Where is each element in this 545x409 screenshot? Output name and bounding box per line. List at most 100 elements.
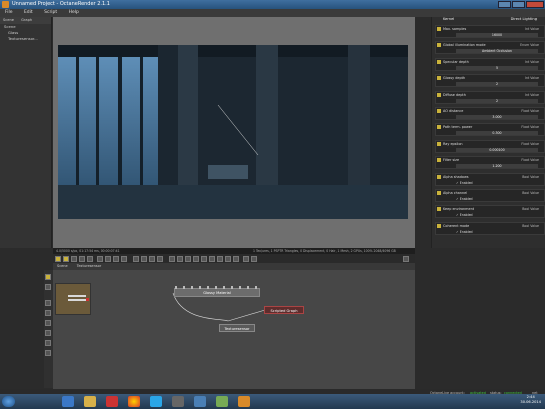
toolbar-icon-10[interactable] bbox=[141, 256, 147, 262]
pause-icon[interactable] bbox=[113, 256, 119, 262]
chrome-icon[interactable] bbox=[128, 396, 140, 407]
param-type-dropdown[interactable]: Enum Value bbox=[520, 43, 539, 47]
kernel-param-row[interactable]: Global illumination mode Enum Value Ambien… bbox=[435, 41, 545, 55]
kernel-param-row[interactable]: Ray epsilon Float Value 0.000100 bbox=[435, 139, 545, 153]
param-value-slider[interactable]: 0.000100 bbox=[456, 147, 538, 152]
menu-edit[interactable]: Edit bbox=[19, 9, 38, 17]
kernel-param-row[interactable]: Coherent mode Bool Value ✓ Enabled bbox=[435, 221, 545, 235]
toolbar-icon-18[interactable] bbox=[209, 256, 215, 262]
tab-node-texturesensor[interactable]: Texturesensor bbox=[73, 264, 105, 268]
menu-help[interactable]: Help bbox=[64, 9, 84, 17]
param-type-dropdown[interactable]: Bool Value bbox=[522, 175, 539, 179]
close-button[interactable] bbox=[526, 1, 544, 8]
param-value-slider[interactable]: 16000 bbox=[456, 33, 538, 37]
param-value-slider[interactable]: 0.300 bbox=[456, 131, 538, 136]
pin-icon[interactable] bbox=[437, 207, 441, 212]
pin-icon[interactable] bbox=[437, 59, 441, 64]
param-type-dropdown[interactable]: Int Value bbox=[525, 27, 539, 31]
pin-icon[interactable] bbox=[403, 256, 409, 262]
tab-graph[interactable]: Graph bbox=[18, 18, 35, 22]
toolbar-icon-20[interactable] bbox=[225, 256, 231, 262]
param-type-dropdown[interactable]: Float Value bbox=[521, 125, 539, 129]
tool-icon-3[interactable] bbox=[45, 300, 51, 306]
maximize-button[interactable] bbox=[512, 1, 525, 8]
param-checkbox[interactable]: ✓ Enabled bbox=[456, 230, 473, 234]
param-checkbox[interactable]: ✓ Enabled bbox=[456, 197, 473, 201]
param-value-slider[interactable]: 2 bbox=[456, 98, 538, 103]
toolbar-icon-17[interactable] bbox=[201, 256, 207, 262]
tool-icon-8[interactable] bbox=[45, 350, 51, 356]
toolbar-icon-1[interactable] bbox=[55, 256, 61, 262]
menu-file[interactable]: File bbox=[0, 9, 18, 17]
kernel-param-row[interactable]: Max. samples Int Value 16000 bbox=[435, 25, 545, 38]
pin-icon[interactable] bbox=[437, 43, 441, 48]
ie-icon[interactable] bbox=[62, 396, 74, 407]
octane-taskbar-icon[interactable] bbox=[238, 396, 250, 407]
toolbar-icon-5[interactable] bbox=[87, 256, 93, 262]
pin-icon[interactable] bbox=[437, 174, 441, 179]
toolbar-icon-4[interactable] bbox=[79, 256, 85, 262]
param-type-dropdown[interactable]: Bool Value bbox=[522, 191, 539, 195]
start-button-icon[interactable] bbox=[2, 396, 15, 407]
toolbar-icon-12[interactable] bbox=[157, 256, 163, 262]
toolbar-icon-19[interactable] bbox=[217, 256, 223, 262]
skype-icon[interactable] bbox=[150, 396, 162, 407]
toolbar-icon-11[interactable] bbox=[149, 256, 155, 262]
param-type-dropdown[interactable]: Bool Value bbox=[522, 207, 539, 211]
kernel-param-row[interactable]: Specular depth Int Value 5 bbox=[435, 57, 545, 71]
pin-icon[interactable] bbox=[437, 141, 441, 146]
tab-node-scene[interactable]: Scene bbox=[53, 264, 72, 268]
tool-icon-5[interactable] bbox=[45, 320, 51, 326]
material-preview-thumbnail[interactable] bbox=[55, 283, 91, 315]
kernel-param-row[interactable]: Path term. power Float Value 0.300 bbox=[435, 123, 545, 137]
pin-icon[interactable] bbox=[437, 76, 441, 81]
glossy-material-node[interactable]: Glossy Material bbox=[174, 286, 261, 297]
pin-icon[interactable] bbox=[437, 158, 441, 163]
toolbar-icon-23[interactable] bbox=[251, 256, 257, 262]
param-value-slider[interactable]: Ambient Occlusion bbox=[456, 49, 538, 54]
explorer-icon[interactable] bbox=[84, 396, 96, 407]
minimize-button[interactable] bbox=[498, 1, 511, 8]
param-checkbox[interactable]: ✓ Enabled bbox=[456, 213, 473, 217]
tool-icon-7[interactable] bbox=[45, 340, 51, 346]
param-type-dropdown[interactable]: Bool Value bbox=[522, 224, 539, 228]
pin-icon[interactable] bbox=[437, 125, 441, 130]
pin-icon[interactable] bbox=[437, 109, 441, 113]
toolbar-icon-15[interactable] bbox=[185, 256, 191, 262]
param-type-dropdown[interactable]: Float Value bbox=[521, 109, 539, 113]
param-type-dropdown[interactable]: Int Value bbox=[525, 60, 539, 64]
stop-icon[interactable] bbox=[97, 256, 103, 262]
kernel-param-row[interactable]: Diffuse depth Int Value 2 bbox=[435, 90, 545, 104]
kernel-type[interactable]: Direct Lighting bbox=[511, 17, 537, 21]
param-type-dropdown[interactable]: Int Value bbox=[525, 76, 539, 80]
system-clock[interactable]: 2:44 30.06.2014 bbox=[520, 395, 541, 405]
menu-script[interactable]: Script bbox=[39, 9, 62, 17]
start-icon[interactable] bbox=[121, 256, 127, 262]
toolbar-icon-13[interactable] bbox=[169, 256, 175, 262]
param-type-dropdown[interactable]: Int Value bbox=[525, 93, 539, 97]
toolbar-icon-21[interactable] bbox=[233, 256, 239, 262]
app-icon-7[interactable] bbox=[194, 396, 206, 407]
toolbar-icon-22[interactable] bbox=[243, 256, 249, 262]
kernel-param-row[interactable]: Alpha channel Bool Value ✓ Enabled bbox=[435, 189, 545, 202]
kernel-param-row[interactable]: Keep environment Bool Value ✓ Enabled bbox=[435, 205, 545, 219]
kernel-param-row[interactable]: AO distance Float Value 3.000 bbox=[435, 107, 545, 120]
app-icon-6[interactable] bbox=[172, 396, 184, 407]
pin-icon[interactable] bbox=[437, 92, 441, 97]
pin-icon[interactable] bbox=[437, 191, 441, 195]
tool-icon-4[interactable] bbox=[45, 310, 51, 316]
tab-scene[interactable]: Scene bbox=[0, 18, 17, 22]
param-value-slider[interactable]: 2 bbox=[456, 82, 538, 87]
tool-icon-6[interactable] bbox=[45, 330, 51, 336]
kernel-param-row[interactable]: Alpha shadows Bool Value ✓ Enabled bbox=[435, 172, 545, 186]
tool-icon-1[interactable] bbox=[45, 274, 51, 280]
pin-icon[interactable] bbox=[437, 27, 441, 31]
restart-icon[interactable] bbox=[105, 256, 111, 262]
media-player-icon[interactable] bbox=[106, 396, 118, 407]
toolbar-icon-14[interactable] bbox=[177, 256, 183, 262]
node-input-pins[interactable] bbox=[175, 286, 261, 289]
tool-icon-2[interactable] bbox=[45, 284, 51, 290]
render-image[interactable] bbox=[58, 45, 408, 219]
app-icon-8[interactable] bbox=[216, 396, 228, 407]
toolbar-icon-16[interactable] bbox=[193, 256, 199, 262]
